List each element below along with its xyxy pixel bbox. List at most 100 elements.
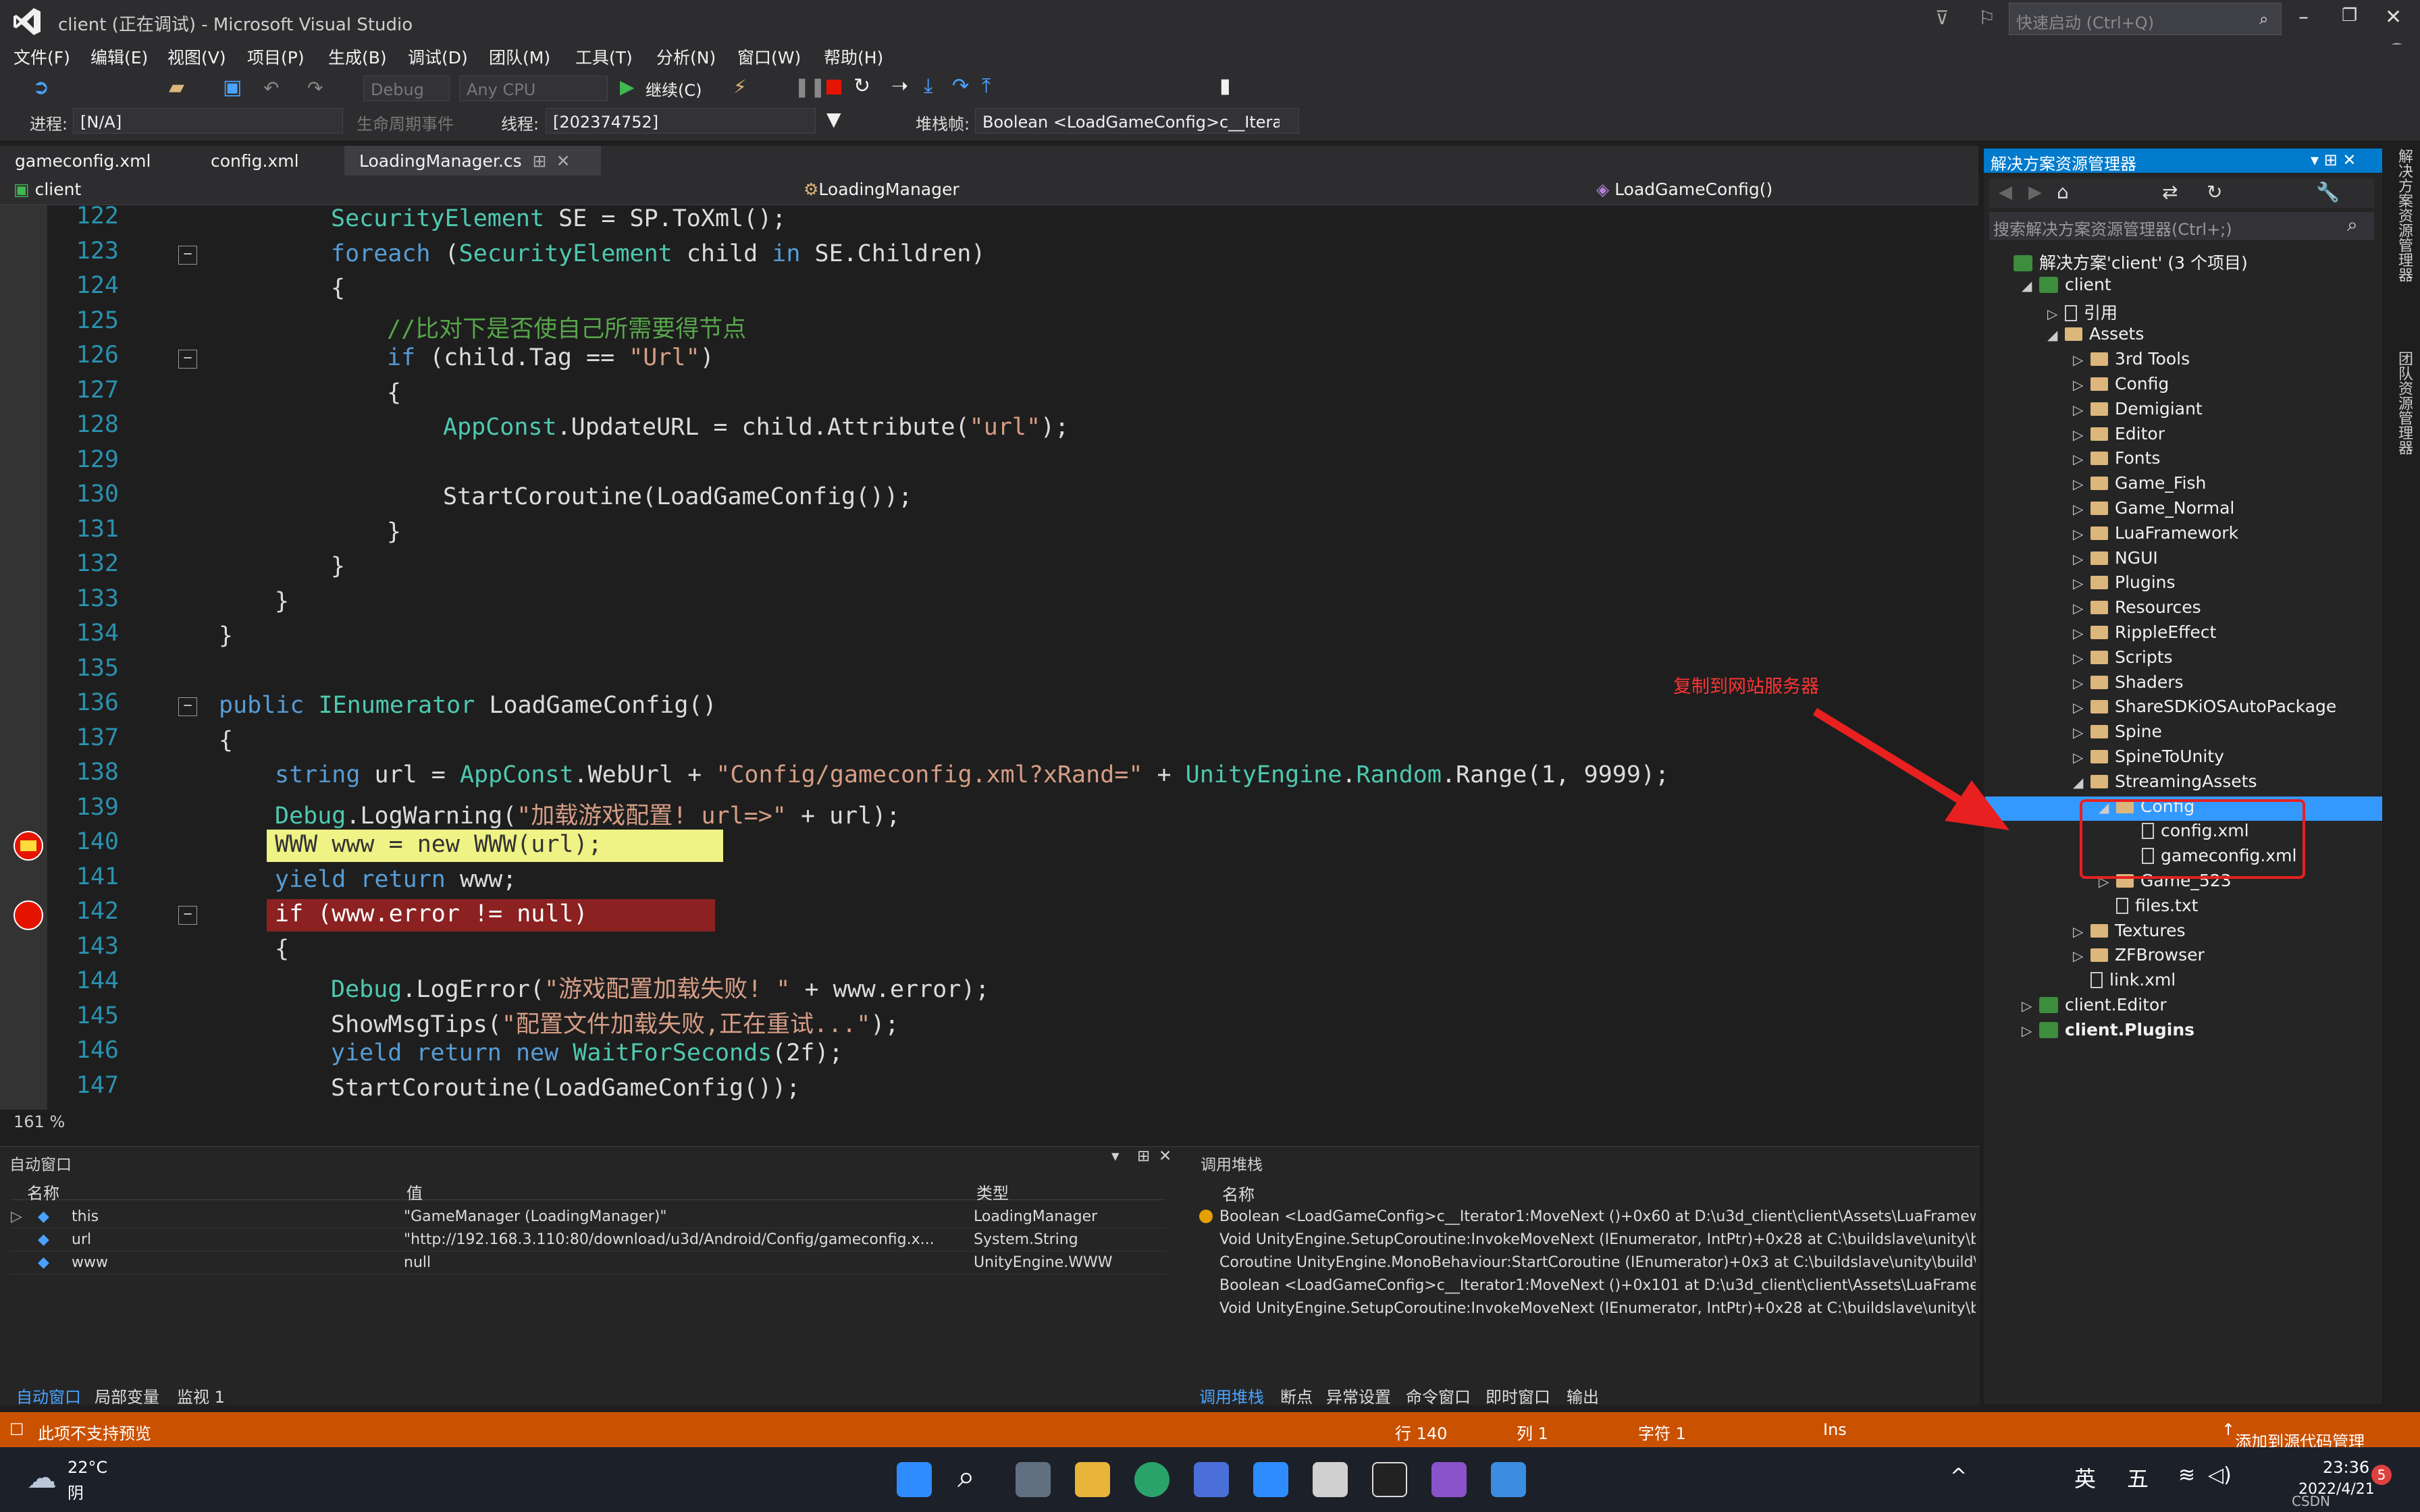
code-line[interactable]: 138 string url = AppConst.WebUrl + "Confi…	[0, 759, 1978, 794]
visual-studio-taskbar-icon[interactable]	[1431, 1462, 1467, 1497]
code-line[interactable]: 125 //比对下是否使自己所需要得节点	[0, 307, 1978, 343]
code-line[interactable]: 140 WWW www = new WWW(url);	[0, 828, 1978, 863]
thread-select[interactable]: [202374752]	[546, 108, 816, 134]
tab-3[interactable]: 命令窗口	[1406, 1384, 1471, 1407]
config-select[interactable]: Debug	[363, 76, 450, 101]
tab-0[interactable]: 调用堆栈	[1199, 1384, 1264, 1407]
quick-launch-input[interactable]: 快速启动 (Ctrl+Q) ⌕	[2009, 3, 2282, 35]
task-view-icon[interactable]	[1016, 1462, 1051, 1497]
side-tab-team-explorer[interactable]: 团队资源管理器	[2388, 351, 2415, 455]
pause-icon[interactable]: ❚❚	[794, 76, 826, 98]
code-line[interactable]: 124 {	[0, 272, 1978, 307]
code-line[interactable]: 132}	[0, 550, 1978, 585]
tree-item[interactable]: 解决方案'client' (3 个项目)	[1996, 250, 2248, 274]
tab-autos[interactable]: 自动窗口	[16, 1384, 81, 1407]
menu-file[interactable]: 文件(F)	[14, 45, 70, 69]
tree-item[interactable]: ▷ Config	[1996, 374, 2169, 398]
tree-item[interactable]: ▷ Editor	[1996, 424, 2165, 448]
close-icon[interactable]: ✕	[1159, 1148, 1172, 1165]
unity-icon[interactable]	[1372, 1462, 1407, 1497]
tab-2[interactable]: 异常设置	[1326, 1384, 1391, 1407]
menu-edit[interactable]: 编辑(E)	[90, 45, 148, 69]
menu-debug[interactable]: 调试(D)	[408, 45, 468, 69]
code-line[interactable]: 129	[0, 446, 1978, 481]
store-icon[interactable]	[1194, 1462, 1229, 1497]
code-line[interactable]: 146 yield return new WaitForSeconds(2f);	[0, 1037, 1978, 1072]
show-next-statement-icon[interactable]: ➝	[891, 74, 908, 98]
notification-badge[interactable]: 5	[2371, 1465, 2392, 1485]
filter-icon[interactable]: ⊽	[1935, 7, 1949, 29]
diagnostics-icon[interactable]: ⚡	[733, 76, 747, 98]
bookmark-icon[interactable]: ▮	[1219, 74, 1231, 98]
tab-gameconfig-xml[interactable]: gameconfig.xml	[0, 146, 165, 176]
feedback-icon[interactable]: ⚐	[1978, 7, 1995, 29]
redo-icon[interactable]: ↷	[307, 77, 323, 99]
menu-analyze[interactable]: 分析(N)	[656, 45, 716, 69]
code-line[interactable]: 147 StartCoroutine(LoadGameConfig());	[0, 1072, 1978, 1107]
home-icon[interactable]: ⌂	[2057, 181, 2069, 203]
tab-4[interactable]: 即时窗口	[1485, 1384, 1550, 1407]
menu-help[interactable]: 帮助(H)	[824, 45, 883, 69]
code-line[interactable]: 130 StartCoroutine(LoadGameConfig());	[0, 481, 1978, 516]
file-explorer-icon[interactable]	[1075, 1462, 1110, 1497]
tree-item[interactable]: ▷ Shaders	[1996, 672, 2184, 697]
clock-time[interactable]: 23:36	[2323, 1458, 2369, 1477]
tree-item[interactable]: ▷ client.Editor	[1996, 995, 2167, 1019]
autos-row[interactable]: ◆ url "http://192.168.3.110:80/download/u3…	[11, 1228, 1165, 1251]
tree-item[interactable]: ▷ 3rd Tools	[1996, 349, 2190, 373]
open-folder-icon[interactable]: ▰	[169, 76, 184, 99]
volume-icon[interactable]: ◁)	[2208, 1463, 2232, 1487]
code-line[interactable]: 122 SecurityElement SE = SP.ToXml();	[0, 205, 1978, 238]
code-line[interactable]: 144 Debug.LogError("游戏配置加载失败! " + www.err…	[0, 967, 1978, 1003]
minimize-button[interactable]: –	[2298, 5, 2309, 29]
tab-5[interactable]: 输出	[1567, 1384, 1599, 1407]
menu-tools[interactable]: 工具(T)	[575, 45, 633, 69]
menu-team[interactable]: 团队(M)	[489, 45, 550, 69]
tree-item[interactable]: link.xml	[1996, 970, 2176, 994]
close-button[interactable]: ✕	[2385, 5, 2402, 29]
nav-class[interactable]: ⚙LoadingManager	[804, 180, 959, 199]
code-line[interactable]: 142 − if (www.error != null)	[0, 898, 1978, 933]
tree-item[interactable]: ▷ Demigiant	[1996, 399, 2203, 423]
menu-view[interactable]: 视图(V)	[167, 45, 226, 69]
tree-item[interactable]: ▷ Scripts	[1996, 647, 2173, 672]
tree-item[interactable]: ▷ Fonts	[1996, 448, 2160, 473]
tab-locals[interactable]: 局部变量	[95, 1384, 159, 1407]
add-to-source-control[interactable]: ↑ 添加到源代码管理	[2221, 1420, 2365, 1451]
stop-icon[interactable]	[826, 80, 841, 94]
tree-item[interactable]: ◢ Assets	[1996, 324, 2144, 348]
sync-icon[interactable]: ⇄	[2162, 181, 2178, 203]
tree-item[interactable]: ▷ RippleEffect	[1996, 622, 2216, 647]
show-hidden-icons[interactable]: ^	[1950, 1465, 1967, 1488]
code-line[interactable]: 127 {	[0, 377, 1978, 412]
maximize-button[interactable]: ❐	[2342, 5, 2357, 26]
platform-select[interactable]: Any CPU	[459, 76, 608, 101]
tree-item[interactable]: ▷ 引用	[1996, 300, 2118, 324]
start-icon[interactable]	[897, 1462, 932, 1497]
weather-icon[interactable]: ☁	[27, 1461, 57, 1495]
menu-window[interactable]: 窗口(W)	[737, 45, 801, 69]
tree-item[interactable]: ▷ NGUI	[1996, 548, 2158, 572]
feishu-icon[interactable]	[1253, 1462, 1288, 1497]
tree-item[interactable]: ▷ Game_Normal	[1996, 498, 2234, 522]
stack-frame-select[interactable]: Boolean <LoadGameConfig>c__Iterat	[975, 108, 1299, 134]
tree-item[interactable]: ▷ Textures	[1996, 921, 2186, 945]
code-line[interactable]: 143 {	[0, 933, 1978, 968]
call-stack-row[interactable]: Boolean <LoadGameConfig>c__Iterator1:Mov…	[1199, 1206, 1976, 1228]
call-stack-row[interactable]: Void UnityEngine.SetupCoroutine:InvokeMo…	[1199, 1297, 1976, 1320]
ime-mode[interactable]: 五	[2127, 1462, 2149, 1493]
code-line[interactable]: 139 Debug.LogWarning("加载游戏配置! url=>" + ur…	[0, 794, 1978, 830]
tree-item[interactable]: ▷ ZFBrowser	[1996, 945, 2205, 969]
current-statement-icon[interactable]	[14, 831, 43, 861]
tree-item[interactable]: ▷ Resources	[1996, 597, 2201, 622]
tab-loadingmanager-cs[interactable]: LoadingManager.cs ⊞ ✕	[344, 146, 601, 176]
step-out-icon[interactable]: ⤒	[982, 74, 991, 98]
autos-row[interactable]: ◆ www null UnityEngine.WWW	[11, 1251, 1165, 1274]
code-line[interactable]: 133}	[0, 585, 1978, 620]
tab-config-xml[interactable]: config.xml	[196, 146, 314, 176]
continue-icon[interactable]: ▶	[620, 76, 635, 98]
tree-item[interactable]: ▷ ShareSDKiOSAutoPackage	[1996, 697, 2336, 721]
process-select[interactable]: [N/A]	[73, 108, 343, 134]
step-into-icon[interactable]: ⤓	[924, 74, 932, 98]
call-stack-row[interactable]: Coroutine UnityEngine.MonoBehaviour:Star…	[1199, 1251, 1976, 1274]
